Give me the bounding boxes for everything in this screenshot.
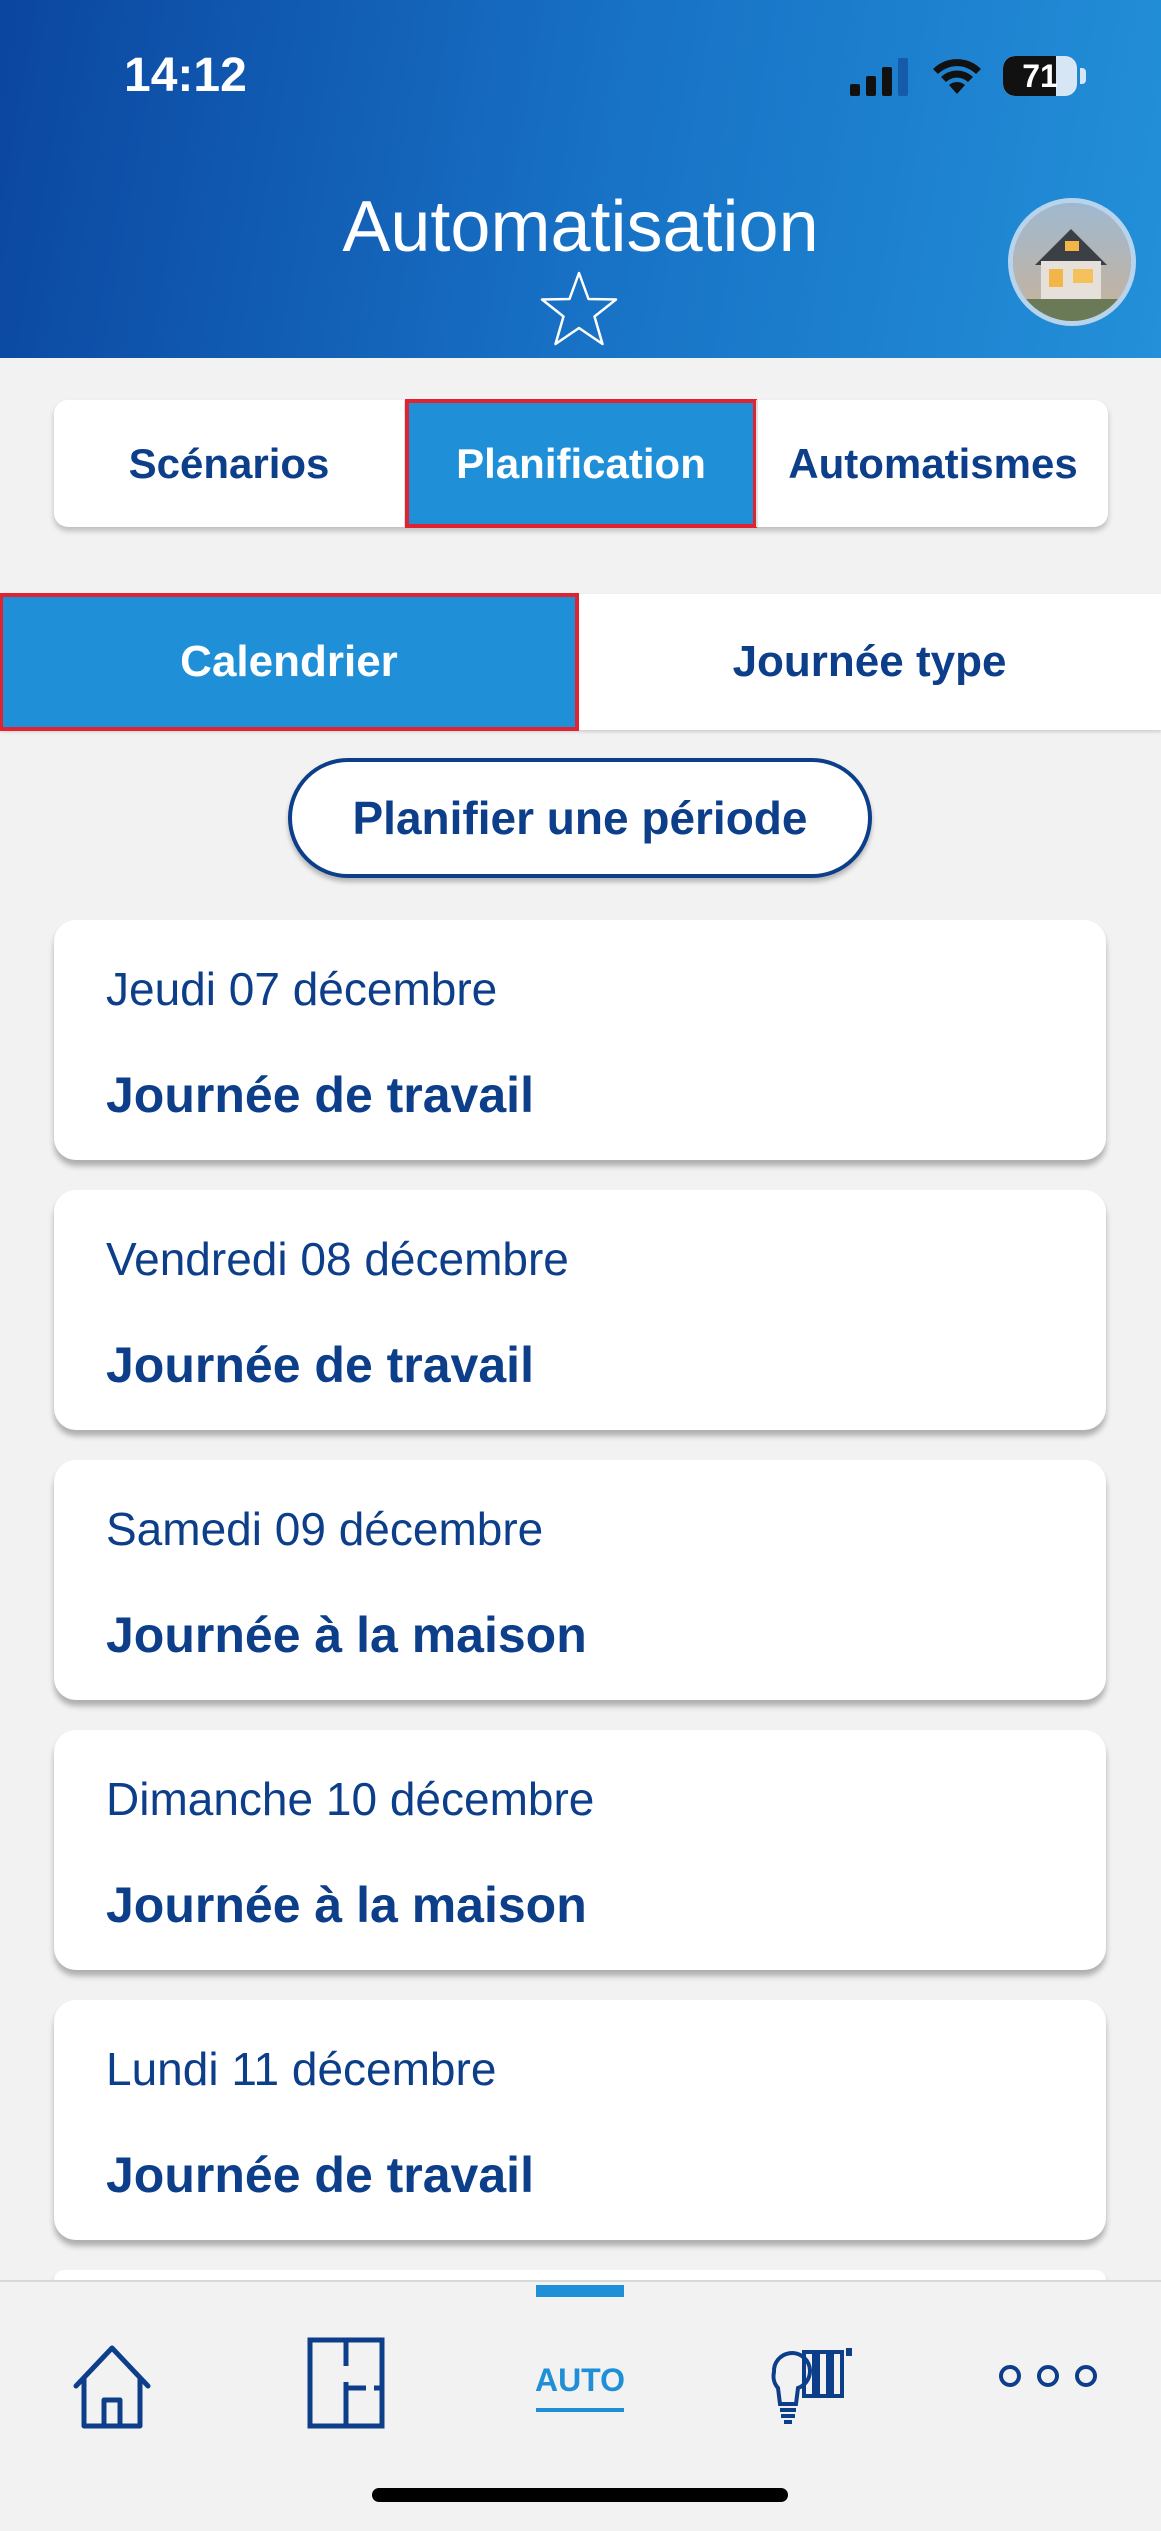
day-type: Journée à la maison bbox=[106, 1607, 587, 1663]
lighting-shutters-icon bbox=[771, 2348, 852, 2424]
cellular-signal-icon bbox=[850, 58, 908, 96]
tab-calendrier[interactable]: Calendrier bbox=[0, 593, 579, 731]
nav-auto[interactable]: AUTO bbox=[500, 2282, 660, 2482]
home-avatar[interactable] bbox=[1008, 198, 1136, 326]
nav-active-indicator bbox=[536, 2285, 624, 2297]
day-date: Lundi 11 décembre bbox=[106, 2043, 497, 2095]
nav-auto-underline bbox=[536, 2408, 624, 2412]
battery-indicator: 71 bbox=[1003, 56, 1077, 96]
tab-journee-type[interactable]: Journée type bbox=[578, 594, 1161, 730]
day-card[interactable]: Dimanche 10 décembre Journée à la maison bbox=[54, 1730, 1106, 1970]
day-card[interactable]: Lundi 11 décembre Journée de travail bbox=[54, 2000, 1106, 2240]
app-header: 14:12 71 Automatisation bbox=[0, 0, 1161, 358]
nav-auto-label: AUTO bbox=[534, 2362, 626, 2398]
status-time: 14:12 bbox=[124, 49, 247, 102]
day-type: Journée de travail bbox=[106, 2147, 534, 2203]
nav-lighting[interactable] bbox=[734, 2282, 894, 2482]
day-type: Journée à la maison bbox=[106, 1877, 587, 1933]
day-date: Jeudi 07 décembre bbox=[106, 963, 498, 1015]
star-favorite-icon[interactable] bbox=[538, 270, 620, 348]
day-card[interactable]: Vendredi 08 décembre Journée de travail bbox=[54, 1190, 1106, 1430]
battery-nub bbox=[1080, 68, 1086, 84]
house-photo-icon bbox=[1013, 203, 1131, 321]
mode-segmented-control: Scénarios Planification Automatismes bbox=[54, 399, 1108, 528]
day-type: Journée de travail bbox=[106, 1067, 534, 1123]
home-icon bbox=[73, 2345, 151, 2429]
day-date: Samedi 09 décembre bbox=[106, 1503, 544, 1555]
plan-period-button[interactable]: Planifier une période bbox=[288, 758, 872, 878]
day-card[interactable]: Jeudi 07 décembre Journée de travail bbox=[54, 920, 1106, 1160]
more-icon bbox=[999, 2365, 1097, 2387]
floor-plan-icon bbox=[307, 2337, 385, 2429]
nav-more[interactable] bbox=[968, 2282, 1128, 2482]
segment-planification[interactable]: Planification bbox=[405, 399, 757, 528]
day-date: Dimanche 10 décembre bbox=[106, 1773, 595, 1825]
home-indicator[interactable] bbox=[372, 2488, 788, 2502]
day-card[interactable]: Samedi 09 décembre Journée à la maison bbox=[54, 1460, 1106, 1700]
segment-automatismes[interactable]: Automatismes bbox=[758, 400, 1108, 527]
nav-home[interactable] bbox=[32, 2282, 192, 2482]
page-title: Automatisation bbox=[342, 187, 819, 267]
wifi-icon bbox=[933, 59, 981, 94]
battery-level: 71 bbox=[1022, 58, 1058, 94]
nav-floor-plan[interactable] bbox=[266, 2282, 426, 2482]
day-type: Journée de travail bbox=[106, 1337, 534, 1393]
planning-subtabs: Calendrier Journée type bbox=[0, 593, 1161, 731]
segment-scenarios[interactable]: Scénarios bbox=[54, 400, 404, 527]
day-date: Vendredi 08 décembre bbox=[106, 1233, 569, 1285]
